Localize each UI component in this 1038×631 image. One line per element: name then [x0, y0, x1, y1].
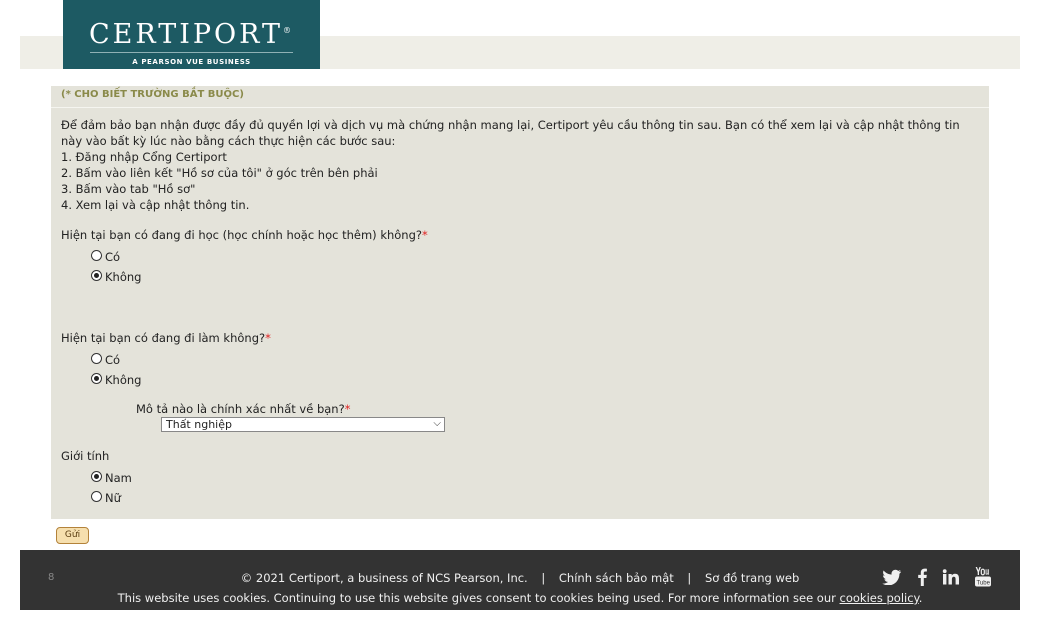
- radio-button-selected[interactable]: [91, 470, 102, 482]
- required-marker: *: [265, 331, 271, 345]
- radio-studying-no[interactable]: Không: [91, 266, 141, 284]
- linkedin-icon[interactable]: [942, 569, 960, 585]
- radio-button-selected[interactable]: [91, 372, 102, 384]
- footer-separator: |: [687, 571, 692, 585]
- radio-label: Nam: [105, 471, 132, 485]
- radio-button-selected[interactable]: [91, 269, 102, 281]
- copyright-text: © 2021 Certiport, a business of NCS Pear…: [240, 571, 528, 585]
- radio-label: Không: [105, 373, 142, 387]
- social-links: Tube: [882, 567, 992, 587]
- cookie-end: .: [918, 591, 923, 605]
- radio-working-no[interactable]: Không: [91, 369, 141, 387]
- logo-rule: [90, 52, 293, 53]
- sitemap-link[interactable]: Sơ đồ trang web: [705, 571, 799, 585]
- cookie-notice: This website uses cookies. Continuing to…: [20, 591, 1020, 605]
- describe-select[interactable]: Thất nghiệp ⌵: [161, 417, 445, 432]
- question-studying: Hiện tại bạn có đang đi học (học chính h…: [61, 228, 428, 242]
- profile-form-panel: (* CHO BIẾT TRƯỜNG BẮT BUỘC) Để đảm bảo …: [51, 86, 989, 519]
- radio-label: Có: [105, 250, 121, 264]
- footer-separator: |: [541, 571, 546, 585]
- intro-step: 3. Bấm vào tab "Hồ sơ": [61, 182, 196, 196]
- intro-step: 1. Đăng nhập Cổng Certiport: [61, 150, 227, 164]
- radio-button[interactable]: [91, 490, 102, 502]
- logo-tagline: A PEARSON VUE BUSINESS: [132, 58, 251, 66]
- required-marker: *: [344, 402, 351, 416]
- cookie-text: This website uses cookies. Continuing to…: [117, 591, 836, 605]
- required-marker: *: [422, 228, 428, 242]
- twitter-icon[interactable]: [882, 569, 902, 585]
- question-label: Hiện tại bạn có đang đi học (học chính h…: [61, 228, 422, 242]
- required-fields-note: (* CHO BIẾT TRƯỜNG BẮT BUỘC): [61, 89, 244, 100]
- radio-button[interactable]: [91, 352, 102, 364]
- cookies-policy-link[interactable]: cookies policy: [840, 591, 919, 605]
- svg-text:Tube: Tube: [977, 581, 991, 587]
- question-label: Mô tả nào là chính xác nhất về bạn?: [136, 402, 345, 416]
- question-describe: Mô tả nào là chính xác nhất về bạn?*: [136, 402, 350, 416]
- question-gender: Giới tính: [61, 449, 109, 463]
- radio-label: Không: [105, 270, 142, 284]
- question-working: Hiện tại bạn có đang đi làm không?*: [61, 331, 271, 345]
- intro-step: 2. Bấm vào liên kết "Hồ sơ của tôi" ở gó…: [61, 166, 378, 180]
- radio-studying-yes[interactable]: Có: [91, 246, 120, 264]
- intro-step: 4. Xem lại và cập nhật thông tin.: [61, 198, 250, 212]
- intro-text: Để đảm bảo bạn nhận được đầy đủ quyền lợ…: [61, 117, 981, 213]
- radio-label: Có: [105, 353, 121, 367]
- radio-gender-female[interactable]: Nữ: [91, 487, 121, 505]
- footer-links: © 2021 Certiport, a business of NCS Pear…: [20, 571, 1020, 585]
- certiport-logo[interactable]: CERTIPORT® A PEARSON VUE BUSINESS: [63, 0, 320, 69]
- select-value: Thất nghiệp: [166, 418, 232, 431]
- radio-button[interactable]: [91, 249, 102, 261]
- radio-label: Nữ: [105, 491, 121, 505]
- privacy-policy-link[interactable]: Chính sách bảo mật: [559, 571, 674, 585]
- logo-wordmark: CERTIPORT®: [88, 19, 295, 50]
- footer: 8 © 2021 Certiport, a business of NCS Pe…: [20, 550, 1020, 610]
- chevron-down-icon: ⌵: [433, 418, 441, 429]
- intro-paragraph: Để đảm bảo bạn nhận được đầy đủ quyền lợ…: [61, 118, 960, 148]
- panel-divider: [51, 107, 989, 108]
- radio-gender-male[interactable]: Nam: [91, 467, 132, 485]
- facebook-icon[interactable]: [916, 568, 928, 586]
- question-label: Giới tính: [61, 449, 110, 463]
- question-label: Hiện tại bạn có đang đi làm không?: [61, 331, 266, 345]
- radio-working-yes[interactable]: Có: [91, 349, 120, 367]
- submit-button[interactable]: Gửi: [56, 527, 89, 544]
- youtube-icon[interactable]: Tube: [974, 567, 992, 587]
